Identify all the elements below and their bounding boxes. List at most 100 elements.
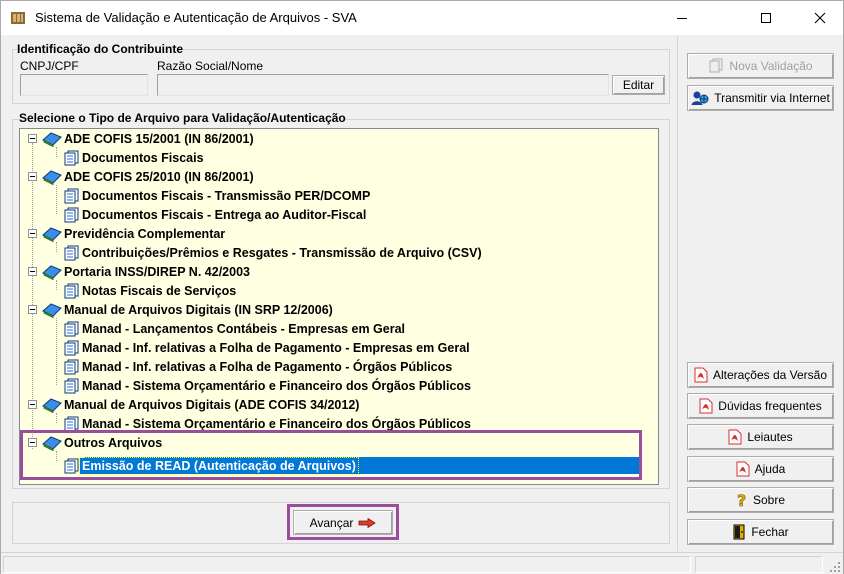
razao-social-field[interactable] (157, 74, 609, 96)
leiautes-label: Leiautes (747, 430, 793, 444)
duvidas-frequentes-label: Dúvidas frequentes (718, 399, 822, 413)
book-icon (42, 169, 62, 185)
book-icon (42, 264, 62, 280)
document-stack-icon (64, 321, 79, 336)
question-mark-icon: ? (737, 492, 747, 508)
highlight-outros-arquivos (20, 430, 642, 480)
tree-node-label: Manual de Arquivos Digitais (IN SRP 12/2… (64, 302, 333, 317)
expander-manad-cofis-34[interactable] (28, 400, 37, 409)
ajuda-label: Ajuda (754, 462, 786, 476)
pdf-icon (699, 398, 713, 414)
tree-node-label: Documentos Fiscais (82, 150, 204, 165)
highlight-avancar (287, 504, 399, 540)
tree-node-label: Manad - Inf. relativas a Folha de Pagame… (82, 359, 453, 374)
expander-portaria-inss[interactable] (28, 267, 37, 276)
window-title: Sistema de Validação e Autenticação de A… (35, 10, 357, 25)
status-bar (1, 552, 843, 574)
maximize-icon (761, 13, 771, 23)
tree-node-transmissao-perdcomp[interactable]: Documentos Fiscais - Transmissão PER/DCO… (62, 186, 372, 205)
tree-node-label: Manad - Lançamentos Contábeis - Empresas… (82, 321, 406, 336)
minimize-button[interactable] (659, 1, 705, 35)
app-window: Sistema de Validação e Autenticação de A… (0, 0, 844, 574)
document-stack-icon (64, 283, 79, 298)
tree-node-label: Contribuições/Prêmios e Resgates - Trans… (82, 245, 482, 260)
alteracoes-versao-button[interactable]: Alterações da Versão (687, 362, 834, 388)
tree-node-notas-fiscais-servicos[interactable]: Notas Fiscais de Serviços (62, 281, 238, 300)
document-stack-icon (64, 207, 79, 222)
tree-node-label: Documentos Fiscais - Transmissão PER/DCO… (82, 188, 371, 203)
tree-node-entrega-auditor[interactable]: Documentos Fiscais - Entrega ao Auditor-… (62, 205, 368, 224)
tree-node-ade-cofis-15[interactable]: ADE COFIS 15/2001 (IN 86/2001) (42, 129, 256, 148)
tree-node-manad-orcamentario[interactable]: Manad - Sistema Orçamentário e Financeir… (62, 376, 473, 395)
panel-separator (677, 36, 678, 551)
alteracoes-versao-label: Alterações da Versão (712, 368, 828, 382)
tree-node-label: Manual de Arquivos Digitais (ADE COFIS 3… (64, 397, 360, 412)
close-icon (814, 12, 826, 24)
exit-door-icon (733, 524, 745, 540)
edit-button-label: Editar (622, 78, 655, 92)
tree-line (56, 185, 57, 214)
document-stack-icon (64, 359, 79, 374)
resize-grip-icon[interactable] (829, 561, 841, 573)
sobre-button[interactable]: ? Sobre (687, 487, 834, 513)
tree-node-label: Previdência Complementar (64, 226, 226, 241)
fechar-button[interactable]: Fechar (687, 519, 834, 545)
close-window-button[interactable] (797, 1, 843, 35)
transmitir-label: Transmitir via Internet (714, 91, 830, 105)
tree-node-label: Documentos Fiscais - Entrega ao Auditor-… (82, 207, 367, 222)
duvidas-frequentes-button[interactable]: Dúvidas frequentes (687, 393, 834, 419)
tree-node-manad-srp[interactable]: Manual de Arquivos Digitais (IN SRP 12/2… (42, 300, 335, 319)
tree-line (56, 280, 57, 290)
transmitir-button[interactable]: Transmitir via Internet (687, 85, 834, 111)
document-stack-icon (64, 340, 79, 355)
nova-validacao-label: Nova Validação (729, 59, 813, 73)
tree-node-documentos-fiscais[interactable]: Documentos Fiscais (62, 148, 206, 167)
tree-node-manad-lancamentos[interactable]: Manad - Lançamentos Contábeis - Empresas… (62, 319, 407, 338)
tree-line (56, 242, 57, 252)
minimize-icon (677, 18, 687, 19)
maximize-button[interactable] (743, 1, 789, 35)
document-stack-icon (64, 188, 79, 203)
document-stack-icon (64, 245, 79, 260)
tree-line (56, 413, 57, 423)
fechar-label: Fechar (751, 525, 789, 539)
tree-line (56, 318, 57, 385)
book-icon (42, 131, 62, 147)
book-icon (42, 397, 62, 413)
tree-node-manad-folha-empresas[interactable]: Manad - Inf. relativas a Folha de Pagame… (62, 338, 472, 357)
tree-node-label: ADE COFIS 25/2010 (IN 86/2001) (64, 169, 254, 184)
ajuda-button[interactable]: Ajuda (687, 456, 834, 482)
status-panel-secondary (695, 556, 823, 573)
tree-node-manad-cofis-34[interactable]: Manual de Arquivos Digitais (ADE COFIS 3… (42, 395, 361, 414)
tree-node-previdencia[interactable]: Previdência Complementar (42, 224, 227, 243)
tree-node-label: Portaria INSS/DIREP N. 42/2003 (64, 264, 250, 279)
edit-button[interactable]: Editar (612, 75, 665, 95)
document-stack-icon (64, 378, 79, 393)
document-stack-icon (64, 150, 79, 165)
cnpj-field[interactable] (20, 74, 148, 96)
nova-validacao-button[interactable]: Nova Validação (687, 53, 834, 79)
tree-node-manad-folha-orgaos[interactable]: Manad - Inf. relativas a Folha de Pagame… (62, 357, 454, 376)
book-icon (42, 226, 62, 242)
tree-node-label: Manad - Inf. relativas a Folha de Pagame… (82, 340, 470, 355)
expander-ade-cofis-25[interactable] (28, 172, 37, 181)
tree-node-ade-cofis-25[interactable]: ADE COFIS 25/2010 (IN 86/2001) (42, 167, 256, 186)
tree-node-contribuicoes-csv[interactable]: Contribuições/Prêmios e Resgates - Trans… (62, 243, 484, 262)
razao-social-label: Razão Social/Nome (157, 59, 264, 73)
sobre-label: Sobre (752, 493, 786, 507)
title-bar[interactable]: Sistema de Validação e Autenticação de A… (1, 1, 843, 35)
document-stack-icon (709, 58, 723, 73)
expander-ade-cofis-15[interactable] (28, 134, 37, 143)
tree-node-portaria-inss[interactable]: Portaria INSS/DIREP N. 42/2003 (42, 262, 252, 281)
pdf-icon (736, 461, 750, 477)
leiautes-button[interactable]: Leiautes (687, 424, 834, 450)
expander-manad-srp[interactable] (28, 305, 37, 314)
cnpj-label: CNPJ/CPF (20, 59, 79, 73)
expander-previdencia[interactable] (28, 229, 37, 238)
tree-node-label: Notas Fiscais de Serviços (82, 283, 237, 298)
contribuinte-group-title: Identificação do Contribuinte (17, 42, 184, 56)
tree-node-label: Manad - Sistema Orçamentário e Financeir… (82, 378, 471, 393)
svg-text:?: ? (737, 492, 746, 508)
pdf-icon (694, 367, 708, 383)
user-network-icon (691, 91, 709, 105)
